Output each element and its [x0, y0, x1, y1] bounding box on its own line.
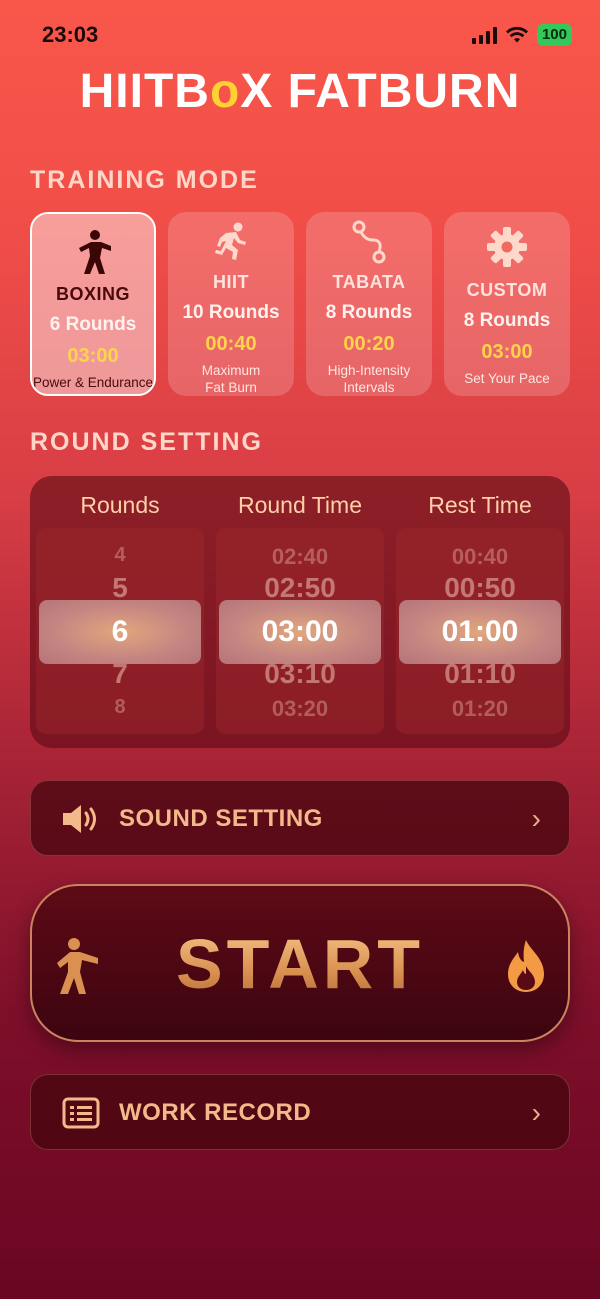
title-accent-letter: o [209, 65, 241, 118]
mode-rounds: 10 Rounds [182, 302, 280, 323]
rest-time-picker[interactable]: 00:40 00:50 01:00 01:10 01:20 [396, 528, 564, 734]
route-icon [306, 220, 432, 266]
mode-name: CUSTOM [466, 280, 548, 300]
mode-card-boxing[interactable]: BOXING 6 Rounds 03:00 Power & Endurance [30, 212, 156, 396]
picker-selected-value: 6 [39, 600, 201, 664]
app-title: HIITBoX FATBURN [0, 64, 600, 119]
round-setting-label: ROUND SETTING [30, 428, 263, 456]
rounds-picker[interactable]: 4 5 6 7 8 [36, 528, 204, 734]
picker-item: 03:10 [264, 658, 336, 689]
mode-card-hiit[interactable]: HIIT 10 Rounds 00:40 Maximum Fat Burn [168, 212, 294, 396]
status-icons: 100 [471, 24, 572, 46]
start-button[interactable]: START [30, 884, 570, 1042]
title-part: X FATBURN [240, 65, 521, 118]
mode-time: 03:00 [67, 345, 119, 367]
picker-item: 8 [114, 696, 126, 718]
speaker-icon [63, 805, 96, 833]
picker-item: 02:40 [271, 544, 329, 569]
mode-rounds: 6 Rounds [49, 314, 137, 335]
mode-description: Intervals [343, 380, 395, 395]
mode-description: Fat Burn [205, 380, 257, 395]
picker-item: 4 [114, 544, 126, 566]
cellular-signal-icon [471, 26, 497, 44]
training-mode-list: BOXING 6 Rounds 03:00 Power & Endurance … [30, 212, 570, 398]
work-record-label: WORK RECORD [119, 1099, 312, 1126]
title-part: HIITB [79, 65, 210, 118]
picker-item: 01:10 [444, 658, 516, 689]
mode-time: 00:20 [343, 333, 395, 355]
sound-setting-label: SOUND SETTING [119, 805, 323, 832]
round-time-header: Round Time [237, 492, 362, 518]
mode-card-tabata[interactable]: TABATA 8 Rounds 00:20 High-Intensity Int… [306, 212, 432, 396]
mode-name: TABATA [332, 272, 406, 292]
mode-name: BOXING [55, 284, 130, 304]
rounds-header: Rounds [80, 492, 160, 518]
mode-name: HIIT [213, 272, 249, 292]
start-label: START [32, 924, 568, 1004]
chevron-right-icon: › [531, 803, 541, 834]
picker-selected-value: 03:00 [219, 600, 381, 664]
sound-setting-button[interactable]: SOUND SETTING › [30, 780, 570, 856]
mode-description: Power & Endurance [32, 375, 154, 390]
status-bar: 23:03 100 [0, 0, 600, 70]
work-record-button[interactable]: WORK RECORD › [30, 1074, 570, 1150]
round-setting-panel: Rounds Round Time Rest Time 4 5 6 7 8 02… [30, 476, 570, 748]
rest-time-header: Rest Time [428, 492, 532, 518]
picker-item: 00:40 [451, 544, 509, 569]
round-time-picker[interactable]: 02:40 02:50 03:00 03:10 03:20 [216, 528, 384, 734]
mode-rounds: 8 Rounds [325, 302, 413, 323]
flame-icon [508, 940, 544, 992]
mode-description: High-Intensity [327, 363, 411, 378]
gear-icon [444, 226, 570, 272]
mode-description: Maximum [201, 363, 261, 378]
picker-item: 7 [112, 658, 128, 689]
wifi-icon [505, 26, 528, 43]
list-icon [62, 1097, 100, 1129]
picker-item: 03:20 [271, 696, 329, 721]
chevron-right-icon: › [531, 1097, 541, 1128]
picker-item: 01:20 [451, 696, 509, 721]
mode-rounds: 8 Rounds [463, 310, 551, 331]
training-mode-label: TRAINING MODE [30, 166, 259, 194]
boxer-icon [32, 228, 154, 274]
runner-icon [168, 222, 294, 268]
mode-description: Set Your Pace [464, 371, 550, 386]
picker-selected-value: 01:00 [399, 600, 561, 664]
mode-time: 00:40 [205, 333, 257, 355]
status-time: 23:03 [42, 22, 99, 47]
mode-time: 03:00 [481, 341, 533, 363]
mode-card-custom[interactable]: CUSTOM 8 Rounds 03:00 Set Your Pace [444, 212, 570, 396]
battery-indicator: 100 [536, 24, 572, 46]
